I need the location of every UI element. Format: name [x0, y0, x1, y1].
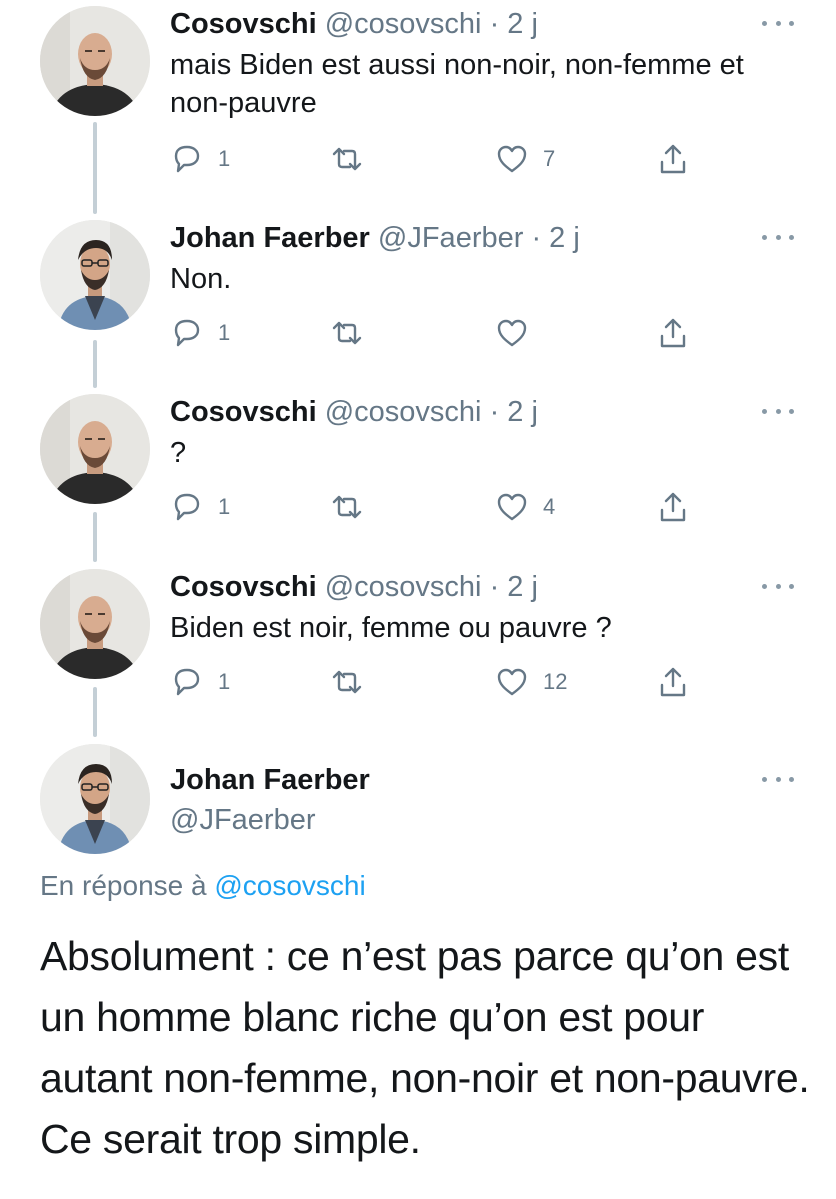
author-name[interactable]: Johan Faerber	[170, 222, 370, 254]
share-button[interactable]	[656, 665, 690, 699]
timestamp[interactable]: · 2 j	[490, 571, 538, 603]
avatar[interactable]	[40, 220, 150, 330]
retweet-icon	[332, 321, 362, 345]
retweet-icon	[332, 670, 362, 694]
like-count: 4	[543, 494, 556, 519]
main-tweet-text: Absolument : ce n’est pas parce qu’on es…	[40, 933, 810, 1162]
reply-icon	[174, 145, 200, 173]
more-icon[interactable]	[762, 232, 794, 242]
retweet-button[interactable]	[330, 316, 378, 350]
tweet-text: Non.	[170, 263, 232, 295]
retweet-icon	[332, 147, 362, 171]
avatar[interactable]	[40, 6, 150, 116]
author-handle[interactable]: @JFaerber	[378, 222, 523, 254]
reply-count: 1	[218, 669, 231, 694]
tweet-header: Cosovschi @cosovschi · 2 j	[170, 394, 538, 430]
tweet-text: Biden est noir, femme ou pauvre ?	[170, 612, 612, 644]
heart-icon	[497, 145, 527, 173]
like-button[interactable]: 7	[495, 142, 555, 176]
tweet-text: mais Biden est aussi non-noir, non-femme…	[170, 49, 744, 119]
author-name[interactable]: Johan Faerber	[170, 762, 370, 798]
tweet-text: ?	[170, 437, 187, 469]
share-button[interactable]	[656, 142, 690, 176]
author-handle[interactable]: @cosovschi	[325, 571, 482, 603]
more-icon[interactable]	[762, 581, 794, 591]
retweet-button[interactable]	[330, 142, 378, 176]
tweet[interactable]: Johan Faerber @JFaerber · 2 j Non. 1	[0, 220, 836, 380]
reply-count: 1	[218, 320, 231, 345]
reply-button[interactable]: 1	[170, 316, 230, 350]
retweet-icon	[332, 495, 362, 519]
tweet-actions: 1 4	[170, 490, 730, 530]
retweet-button[interactable]	[330, 665, 378, 699]
tweet-actions: 1	[170, 316, 730, 356]
reply-context: En réponse à @cosovschi	[40, 870, 366, 902]
avatar[interactable]	[40, 744, 150, 854]
share-icon	[660, 144, 686, 174]
author-name[interactable]: Cosovschi	[170, 8, 317, 40]
like-button[interactable]	[495, 316, 543, 350]
more-icon[interactable]	[762, 774, 794, 784]
tweet[interactable]: Cosovschi @cosovschi · 2 j ? 1 4	[0, 394, 836, 554]
timestamp[interactable]: · 2 j	[490, 8, 538, 40]
share-button[interactable]	[656, 316, 690, 350]
share-icon	[660, 318, 686, 348]
share-button[interactable]	[656, 490, 690, 524]
reply-icon	[174, 493, 200, 521]
like-count: 7	[543, 146, 556, 171]
reply-prefix: En réponse à	[40, 870, 207, 901]
heart-icon	[497, 668, 527, 696]
more-icon[interactable]	[762, 18, 794, 28]
avatar[interactable]	[40, 569, 150, 679]
heart-icon	[497, 319, 527, 347]
tweet-header: Cosovschi @cosovschi · 2 j	[170, 6, 538, 42]
reply-button[interactable]: 1	[170, 665, 230, 699]
share-icon	[660, 667, 686, 697]
author-name[interactable]: Cosovschi	[170, 571, 317, 603]
tweet-actions: 1 7	[170, 142, 730, 182]
author-name[interactable]: Cosovschi	[170, 396, 317, 428]
reply-count: 1	[218, 494, 231, 519]
tweet-actions: 1 12	[170, 665, 730, 705]
reply-button[interactable]: 1	[170, 142, 230, 176]
reply-button[interactable]: 1	[170, 490, 230, 524]
tweet[interactable]: Cosovschi @cosovschi · 2 j Biden est noi…	[0, 569, 836, 729]
avatar[interactable]	[40, 394, 150, 504]
author-handle[interactable]: @cosovschi	[325, 396, 482, 428]
heart-icon	[497, 493, 527, 521]
share-icon	[660, 492, 686, 522]
reply-count: 1	[218, 146, 231, 171]
more-icon[interactable]	[762, 406, 794, 416]
timestamp[interactable]: · 2 j	[490, 396, 538, 428]
reply-icon	[174, 668, 200, 696]
retweet-button[interactable]	[330, 490, 378, 524]
tweet-header: Johan Faerber @JFaerber · 2 j	[170, 220, 580, 256]
like-button[interactable]: 12	[495, 665, 567, 699]
tweet[interactable]: Cosovschi @cosovschi · 2 j mais Biden es…	[0, 6, 836, 206]
reply-icon	[174, 319, 200, 347]
like-count: 12	[543, 669, 568, 694]
timestamp[interactable]: · 2 j	[531, 222, 579, 254]
author-handle[interactable]: @JFaerber	[170, 802, 315, 838]
tweet-header: Cosovschi @cosovschi · 2 j	[170, 569, 538, 605]
reply-mention-link[interactable]: @cosovschi	[214, 870, 365, 901]
author-handle[interactable]: @cosovschi	[325, 8, 482, 40]
like-button[interactable]: 4	[495, 490, 555, 524]
